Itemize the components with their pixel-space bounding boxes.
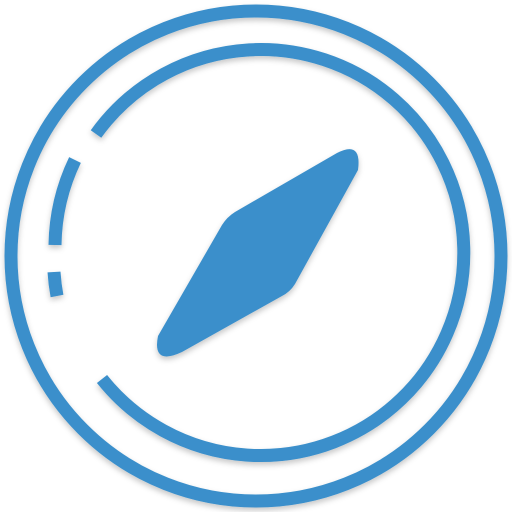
- compass-icon: [4, 4, 508, 508]
- compass-app-icon: [0, 0, 512, 512]
- compass-needle: [157, 149, 359, 357]
- inner-ring-dash-upper: [48, 157, 81, 246]
- inner-ring-dash-lower: [47, 271, 64, 298]
